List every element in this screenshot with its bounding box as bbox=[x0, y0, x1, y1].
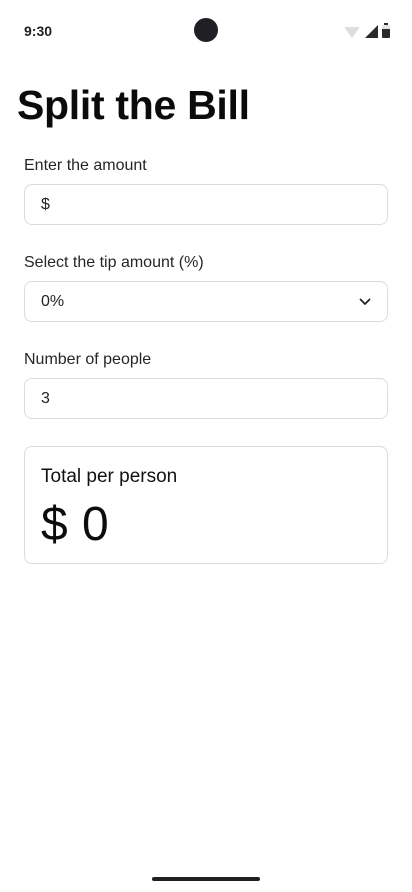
tip-select[interactable]: 0% bbox=[24, 281, 388, 322]
result-card: Total per person $ 0 bbox=[24, 446, 388, 564]
page-title: Split the Bill bbox=[17, 82, 250, 128]
front-camera bbox=[194, 18, 218, 42]
people-input[interactable] bbox=[41, 389, 371, 408]
result-title: Total per person bbox=[41, 466, 178, 487]
result-currency: $ bbox=[41, 498, 69, 551]
chevron-down-icon bbox=[359, 296, 371, 308]
currency-prefix: $ bbox=[41, 195, 50, 213]
amount-input[interactable] bbox=[53, 195, 371, 214]
home-indicator[interactable] bbox=[152, 877, 260, 881]
amount-label: Enter the amount bbox=[24, 157, 147, 174]
tip-label: Select the tip amount (%) bbox=[24, 254, 204, 271]
status-time: 9:30 bbox=[24, 23, 53, 39]
wifi-icon bbox=[344, 27, 360, 38]
people-field[interactable] bbox=[24, 378, 388, 419]
result-value: 0 bbox=[82, 498, 110, 551]
people-label: Number of people bbox=[24, 351, 152, 368]
status-bar: 9:30 bbox=[0, 0, 412, 64]
tip-select-value: 0% bbox=[41, 292, 65, 310]
status-icons bbox=[344, 23, 390, 38]
result-amount: $ 0 bbox=[41, 497, 109, 552]
amount-field[interactable]: $ bbox=[24, 184, 388, 225]
cell-signal-icon bbox=[365, 25, 378, 38]
phone-screen: 9:30 Split the Bill Enter the amount $ S… bbox=[0, 0, 412, 892]
battery-icon bbox=[382, 23, 390, 38]
